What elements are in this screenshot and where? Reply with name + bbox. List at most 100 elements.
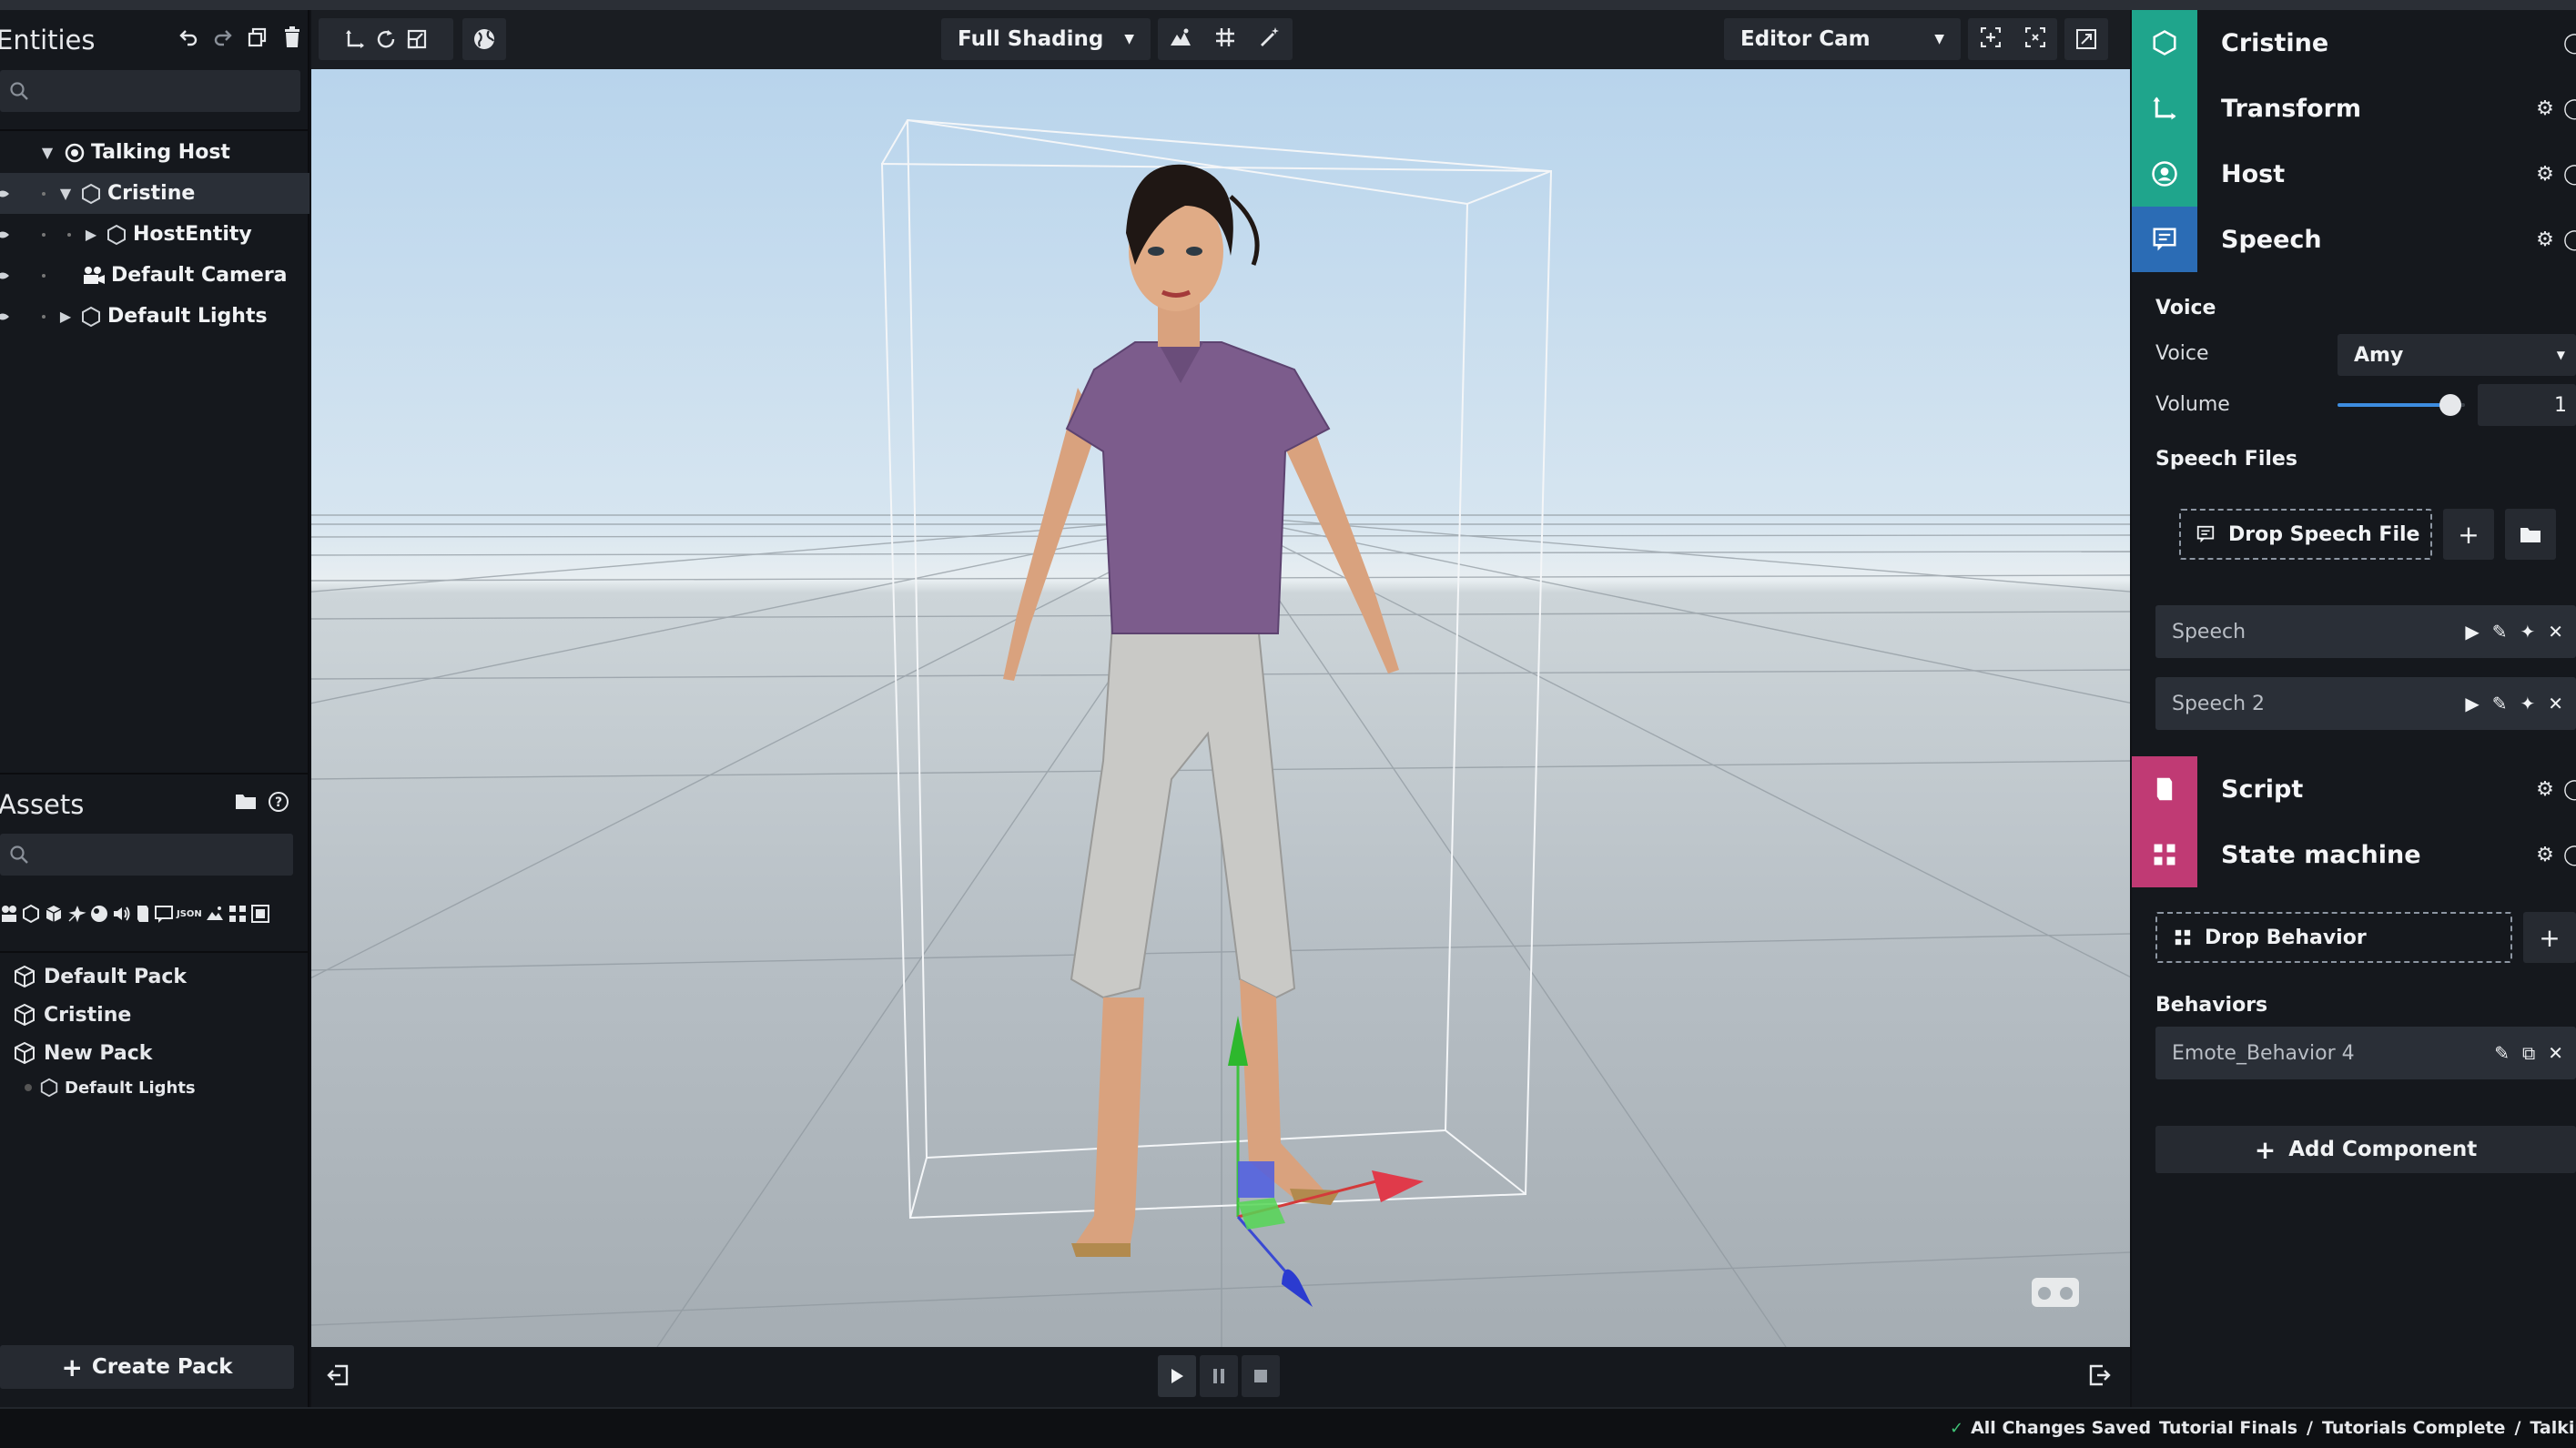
- duplicate-icon[interactable]: [242, 22, 273, 53]
- speech-item[interactable]: Speech 2 ▶ ✎ ✦ ✕: [2155, 677, 2576, 730]
- vr-headset-icon[interactable]: [2032, 1278, 2079, 1307]
- close-icon[interactable]: ✕: [2548, 1042, 2563, 1064]
- tree-item-default-camera[interactable]: Default Camera: [0, 255, 309, 296]
- redo-icon[interactable]: [208, 22, 238, 53]
- volume-slider-knob[interactable]: [2439, 394, 2461, 416]
- volume-input[interactable]: 1: [2478, 384, 2576, 426]
- component-state-machine[interactable]: State machine ⚙ ◯: [2132, 822, 2576, 887]
- filter-mesh-icon[interactable]: [44, 904, 64, 924]
- filter-entity-group-icon[interactable]: [0, 904, 18, 924]
- eye-icon[interactable]: [0, 310, 9, 323]
- tree-item-hostentity[interactable]: ▶ HostEntity: [0, 214, 309, 255]
- eye-icon[interactable]: [0, 228, 9, 241]
- drop-behavior-zone[interactable]: Drop Behavior: [2155, 912, 2512, 963]
- expand-arrow-icon[interactable]: ▶: [80, 226, 102, 243]
- gear-icon[interactable]: ⚙: [2527, 228, 2563, 251]
- close-icon[interactable]: ✕: [2548, 621, 2563, 643]
- toggle-icon[interactable]: ◯: [2563, 163, 2576, 186]
- component-cristine[interactable]: Cristine ◯: [2132, 10, 2576, 76]
- help-icon[interactable]: ?: [268, 791, 289, 813]
- toggle-icon[interactable]: ◯: [2563, 228, 2576, 251]
- breadcrumb-item[interactable]: Talking Hos: [2530, 1418, 2576, 1438]
- component-transform[interactable]: Transform ⚙ ◯: [2132, 76, 2576, 141]
- play-button[interactable]: [1158, 1355, 1196, 1397]
- component-speech[interactable]: Speech ⚙ ◯: [2132, 207, 2576, 272]
- gear-icon[interactable]: ⚙: [2527, 97, 2563, 120]
- gesture-icon[interactable]: ✦: [2520, 621, 2535, 643]
- behavior-item[interactable]: Emote_Behavior 4 ✎ ⧉ ✕: [2155, 1027, 2576, 1079]
- shading-dropdown[interactable]: Full Shading ▼: [941, 18, 1151, 60]
- collapse-right-icon[interactable]: [2088, 1363, 2112, 1391]
- filter-json-label[interactable]: JSON: [177, 909, 202, 919]
- breadcrumb-item[interactable]: Tutorial Finals: [2159, 1418, 2297, 1438]
- drop-speech-file-zone[interactable]: Drop Speech File: [2179, 509, 2432, 560]
- translate-tool-icon[interactable]: [340, 24, 370, 55]
- pencil-icon[interactable]: ✎: [2492, 621, 2508, 643]
- rotate-tool-icon[interactable]: [370, 24, 401, 55]
- create-pack-button[interactable]: + Create Pack: [0, 1345, 294, 1389]
- collapse-arrow-icon[interactable]: ▼: [55, 185, 76, 202]
- assets-search-input[interactable]: [0, 834, 293, 876]
- component-host[interactable]: Host ⚙ ◯: [2132, 141, 2576, 207]
- frame-all-icon[interactable]: [2024, 26, 2045, 51]
- component-script[interactable]: Script ⚙ ◯: [2132, 756, 2576, 822]
- fullscreen-button[interactable]: [2064, 18, 2108, 60]
- play-icon[interactable]: ▶: [2465, 621, 2479, 643]
- filter-texture-icon[interactable]: [205, 904, 225, 924]
- add-behavior-button[interactable]: +: [2523, 912, 2576, 963]
- filter-sound-icon[interactable]: [112, 904, 132, 924]
- toggle-icon[interactable]: ◯: [2563, 97, 2576, 120]
- eye-icon[interactable]: [0, 269, 9, 282]
- add-speech-button[interactable]: +: [2443, 509, 2494, 560]
- entities-search-input[interactable]: [0, 70, 300, 112]
- close-icon[interactable]: ✕: [2548, 693, 2563, 714]
- collapse-arrow-icon[interactable]: ▼: [36, 144, 58, 161]
- gear-icon[interactable]: ⚙: [2527, 778, 2563, 801]
- pack-item-default-lights[interactable]: Default Lights: [0, 1072, 309, 1103]
- filter-entity-icon[interactable]: [21, 904, 41, 924]
- add-component-button[interactable]: + Add Component: [2155, 1126, 2576, 1173]
- breadcrumb-item[interactable]: Tutorials Complete: [2322, 1418, 2505, 1438]
- filter-animation-icon[interactable]: [66, 904, 86, 924]
- eye-icon[interactable]: [0, 187, 9, 200]
- camera-dropdown[interactable]: Editor Cam ▼: [1724, 18, 1961, 60]
- stop-button[interactable]: [1242, 1355, 1280, 1397]
- mountain-icon[interactable]: [1170, 27, 1192, 51]
- scale-tool-icon[interactable]: [401, 24, 432, 55]
- voice-select[interactable]: Amy ▼: [2338, 334, 2576, 376]
- gear-icon[interactable]: ⚙: [2527, 163, 2563, 186]
- trash-icon[interactable]: [277, 22, 308, 53]
- browse-speech-button[interactable]: [2505, 509, 2556, 560]
- pack-item-default-pack[interactable]: Default Pack: [0, 957, 309, 996]
- visibility-toggle-icon[interactable]: ◯: [2563, 32, 2576, 55]
- pack-item-cristine[interactable]: Cristine: [0, 996, 309, 1034]
- expand-arrow-icon[interactable]: ▶: [55, 308, 76, 325]
- filter-skybox-icon[interactable]: [250, 904, 270, 924]
- folder-icon[interactable]: [235, 791, 257, 811]
- pack-item-new-pack[interactable]: New Pack: [0, 1034, 309, 1072]
- focus-selection-icon[interactable]: [1980, 26, 2001, 51]
- filter-state-machine-icon[interactable]: [228, 904, 248, 924]
- pencil-icon[interactable]: ✎: [2492, 693, 2508, 714]
- speech-item[interactable]: Speech ▶ ✎ ✦ ✕: [2155, 605, 2576, 658]
- play-icon[interactable]: ▶: [2465, 693, 2479, 714]
- pause-button[interactable]: [1200, 1355, 1238, 1397]
- gesture-icon[interactable]: ✦: [2520, 693, 2535, 714]
- collapse-left-icon[interactable]: [326, 1363, 350, 1391]
- magic-wand-icon[interactable]: [1259, 26, 1281, 52]
- filter-speech-icon[interactable]: [154, 904, 174, 924]
- tree-item-talking-host[interactable]: ▼ Talking Host: [0, 132, 309, 173]
- toggle-icon[interactable]: ◯: [2563, 844, 2576, 866]
- volume-slider-track[interactable]: [2338, 394, 2465, 416]
- world-space-button[interactable]: [462, 18, 506, 60]
- tree-item-cristine[interactable]: ▼ Cristine: [0, 173, 309, 214]
- pencil-icon[interactable]: ✎: [2494, 1042, 2510, 1064]
- grid-icon[interactable]: [1215, 27, 1235, 51]
- duplicate-icon[interactable]: ⧉: [2522, 1042, 2535, 1064]
- gear-icon[interactable]: ⚙: [2527, 844, 2563, 866]
- undo-icon[interactable]: [173, 22, 204, 53]
- filter-script-icon[interactable]: [135, 904, 151, 924]
- 3d-viewport[interactable]: [311, 69, 2130, 1347]
- tree-item-default-lights[interactable]: ▶ Default Lights: [0, 296, 309, 337]
- filter-material-icon[interactable]: [89, 904, 109, 924]
